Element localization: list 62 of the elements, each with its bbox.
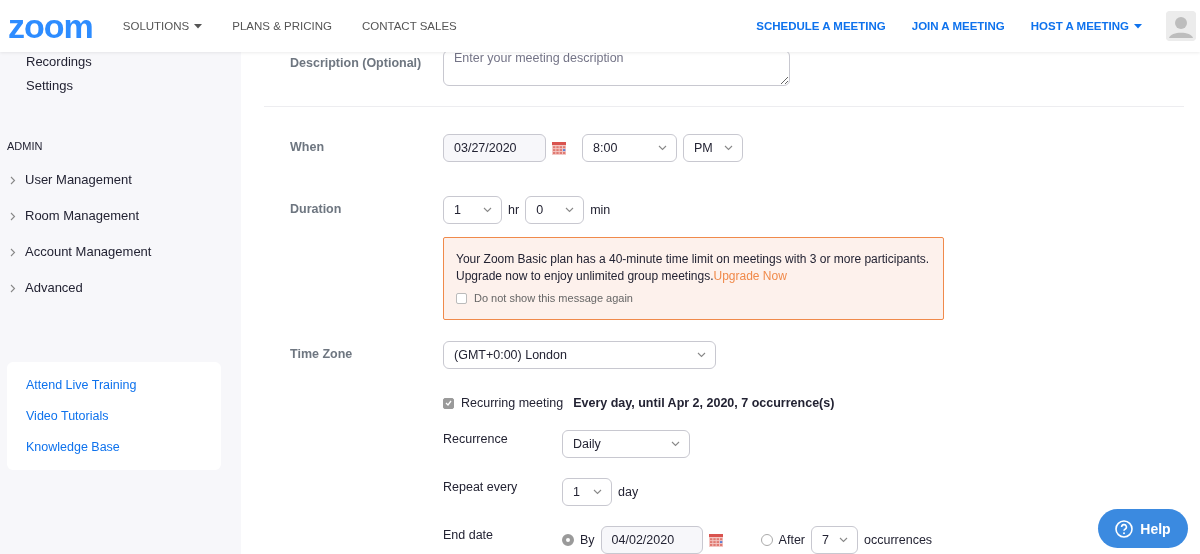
header-link[interactable]: JOIN A MEETING [911, 20, 1005, 32]
header-link[interactable]: HOST A MEETING [1030, 20, 1142, 32]
nav-link[interactable]: PLANS & PRICING [232, 20, 332, 32]
field-label: Duration [290, 201, 343, 218]
chevron-down-icon [839, 537, 848, 543]
help-button[interactable]: Help [1098, 509, 1188, 548]
description-field[interactable]: Enter your meeting description [443, 50, 790, 86]
section-heading: ADMIN [7, 139, 44, 153]
radio-button[interactable] [760, 534, 773, 546]
sidebar-item[interactable]: User Management [0, 170, 241, 190]
help-icon [1115, 519, 1134, 538]
help-link[interactable]: Video Tutorials [26, 408, 109, 424]
checkbox[interactable] [443, 397, 454, 409]
chevron-down-icon [697, 352, 706, 358]
time-select[interactable]: 8:00 [582, 134, 677, 162]
checkbox[interactable] [456, 293, 467, 304]
radio-label: After [778, 533, 805, 547]
unit-label: occurrences [864, 533, 933, 547]
field-label: Recurrence [443, 431, 509, 446]
chevron-down-icon [565, 207, 575, 213]
checkbox-label: Do not show this message again [474, 291, 633, 306]
field-label: Time Zone [290, 346, 354, 363]
caret-icon [1134, 23, 1142, 29]
chevron-down-icon [724, 145, 733, 151]
field-label: Repeat every [443, 479, 519, 494]
notice-text: Your Zoom Basic plan has a 40-minute time limit on meetings with 3 or more participants. Upgrade now to enjoy unlimited group meetings.Upgrade Now [456, 251, 931, 285]
radio-label: By [580, 533, 595, 547]
nav-link[interactable]: CONTACT SALES [361, 20, 457, 32]
minutes-select[interactable]: 0 [525, 196, 585, 224]
header-link[interactable]: SCHEDULE A MEETING [756, 20, 886, 32]
chevron-down-icon [593, 489, 602, 495]
calendar-icon[interactable] [708, 533, 723, 547]
chevron-down-icon [658, 145, 667, 151]
sidebar-item[interactable]: Room Management [0, 206, 241, 226]
hours-select[interactable]: 1 [443, 196, 502, 224]
time-zone-select[interactable]: (GMT+0:00) London [443, 341, 716, 369]
occurrences-select[interactable]: 7 [811, 526, 858, 554]
sidebar-item[interactable]: Advanced [0, 278, 241, 298]
date-field[interactable]: 03/27/2020 [443, 134, 546, 162]
sidebar-item[interactable]: Account Management [0, 242, 241, 262]
unit-label: hr [508, 203, 520, 217]
field-label: Description (Optional) [290, 55, 423, 72]
field-label: When [290, 139, 326, 156]
sidebar-item[interactable]: Recordings [0, 52, 241, 72]
radio-button[interactable] [562, 534, 574, 546]
sidebar-item[interactable]: Settings [0, 76, 241, 96]
calendar-icon[interactable] [552, 141, 566, 155]
recurrence-summary: Every day, until Apr 2, 2020, 7 occurrence(s) [573, 396, 835, 410]
help-link[interactable]: Attend Live Training [26, 377, 137, 393]
caret-icon [194, 23, 203, 29]
field-label: End date [443, 527, 495, 542]
unit-label: min [590, 203, 611, 217]
unit-label: day [618, 485, 639, 499]
recurrence-select[interactable]: Daily [562, 430, 690, 458]
chevron-down-icon [483, 207, 492, 213]
period-select[interactable]: PM [683, 134, 743, 162]
help-link[interactable]: Knowledge Base [26, 439, 120, 455]
repeat-select[interactable]: 1 [562, 478, 612, 506]
chevron-down-icon [671, 441, 680, 447]
end-date-field[interactable]: 04/02/2020 [600, 526, 703, 554]
checkbox-label: Recurring meeting [461, 396, 564, 410]
nav-link[interactable]: SOLUTIONS [122, 20, 203, 32]
